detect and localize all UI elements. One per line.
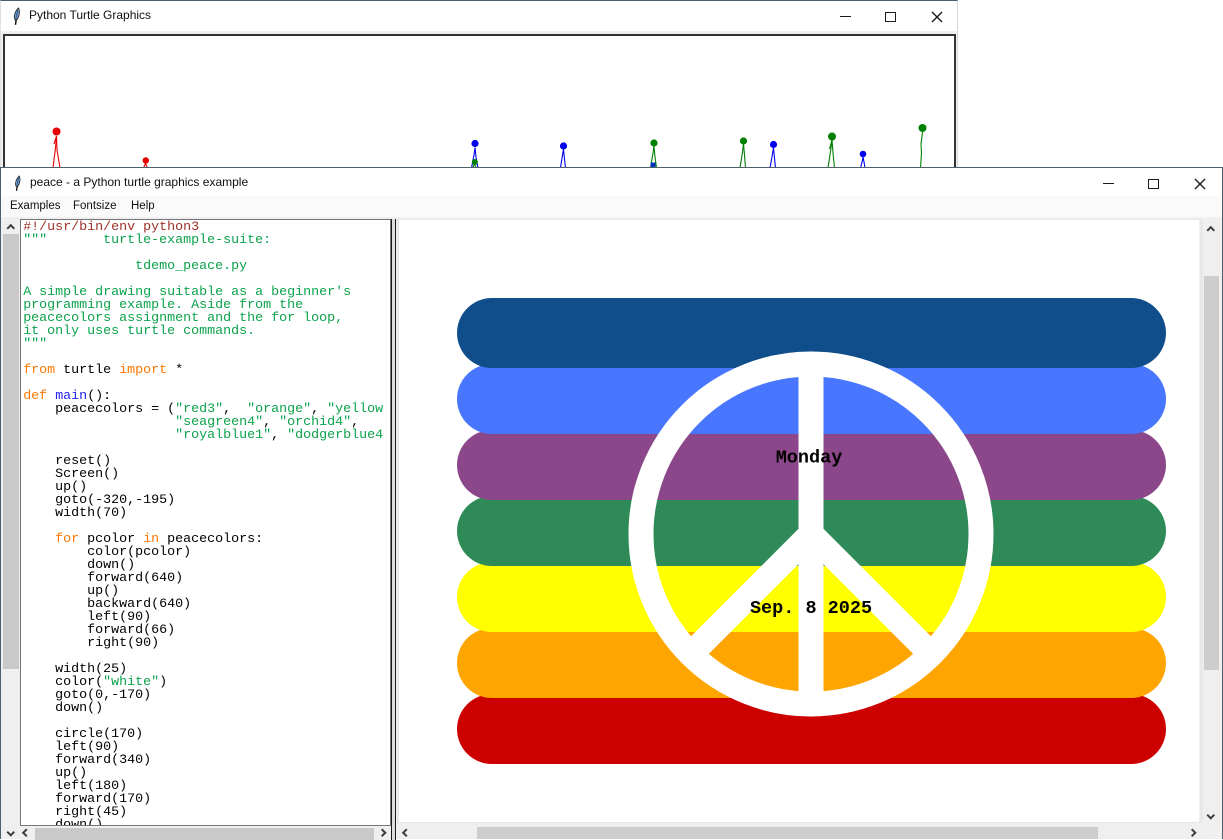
svg-text:Sep. 8 2025: Sep. 8 2025 bbox=[750, 598, 872, 619]
svg-text:Monday: Monday bbox=[776, 448, 843, 469]
